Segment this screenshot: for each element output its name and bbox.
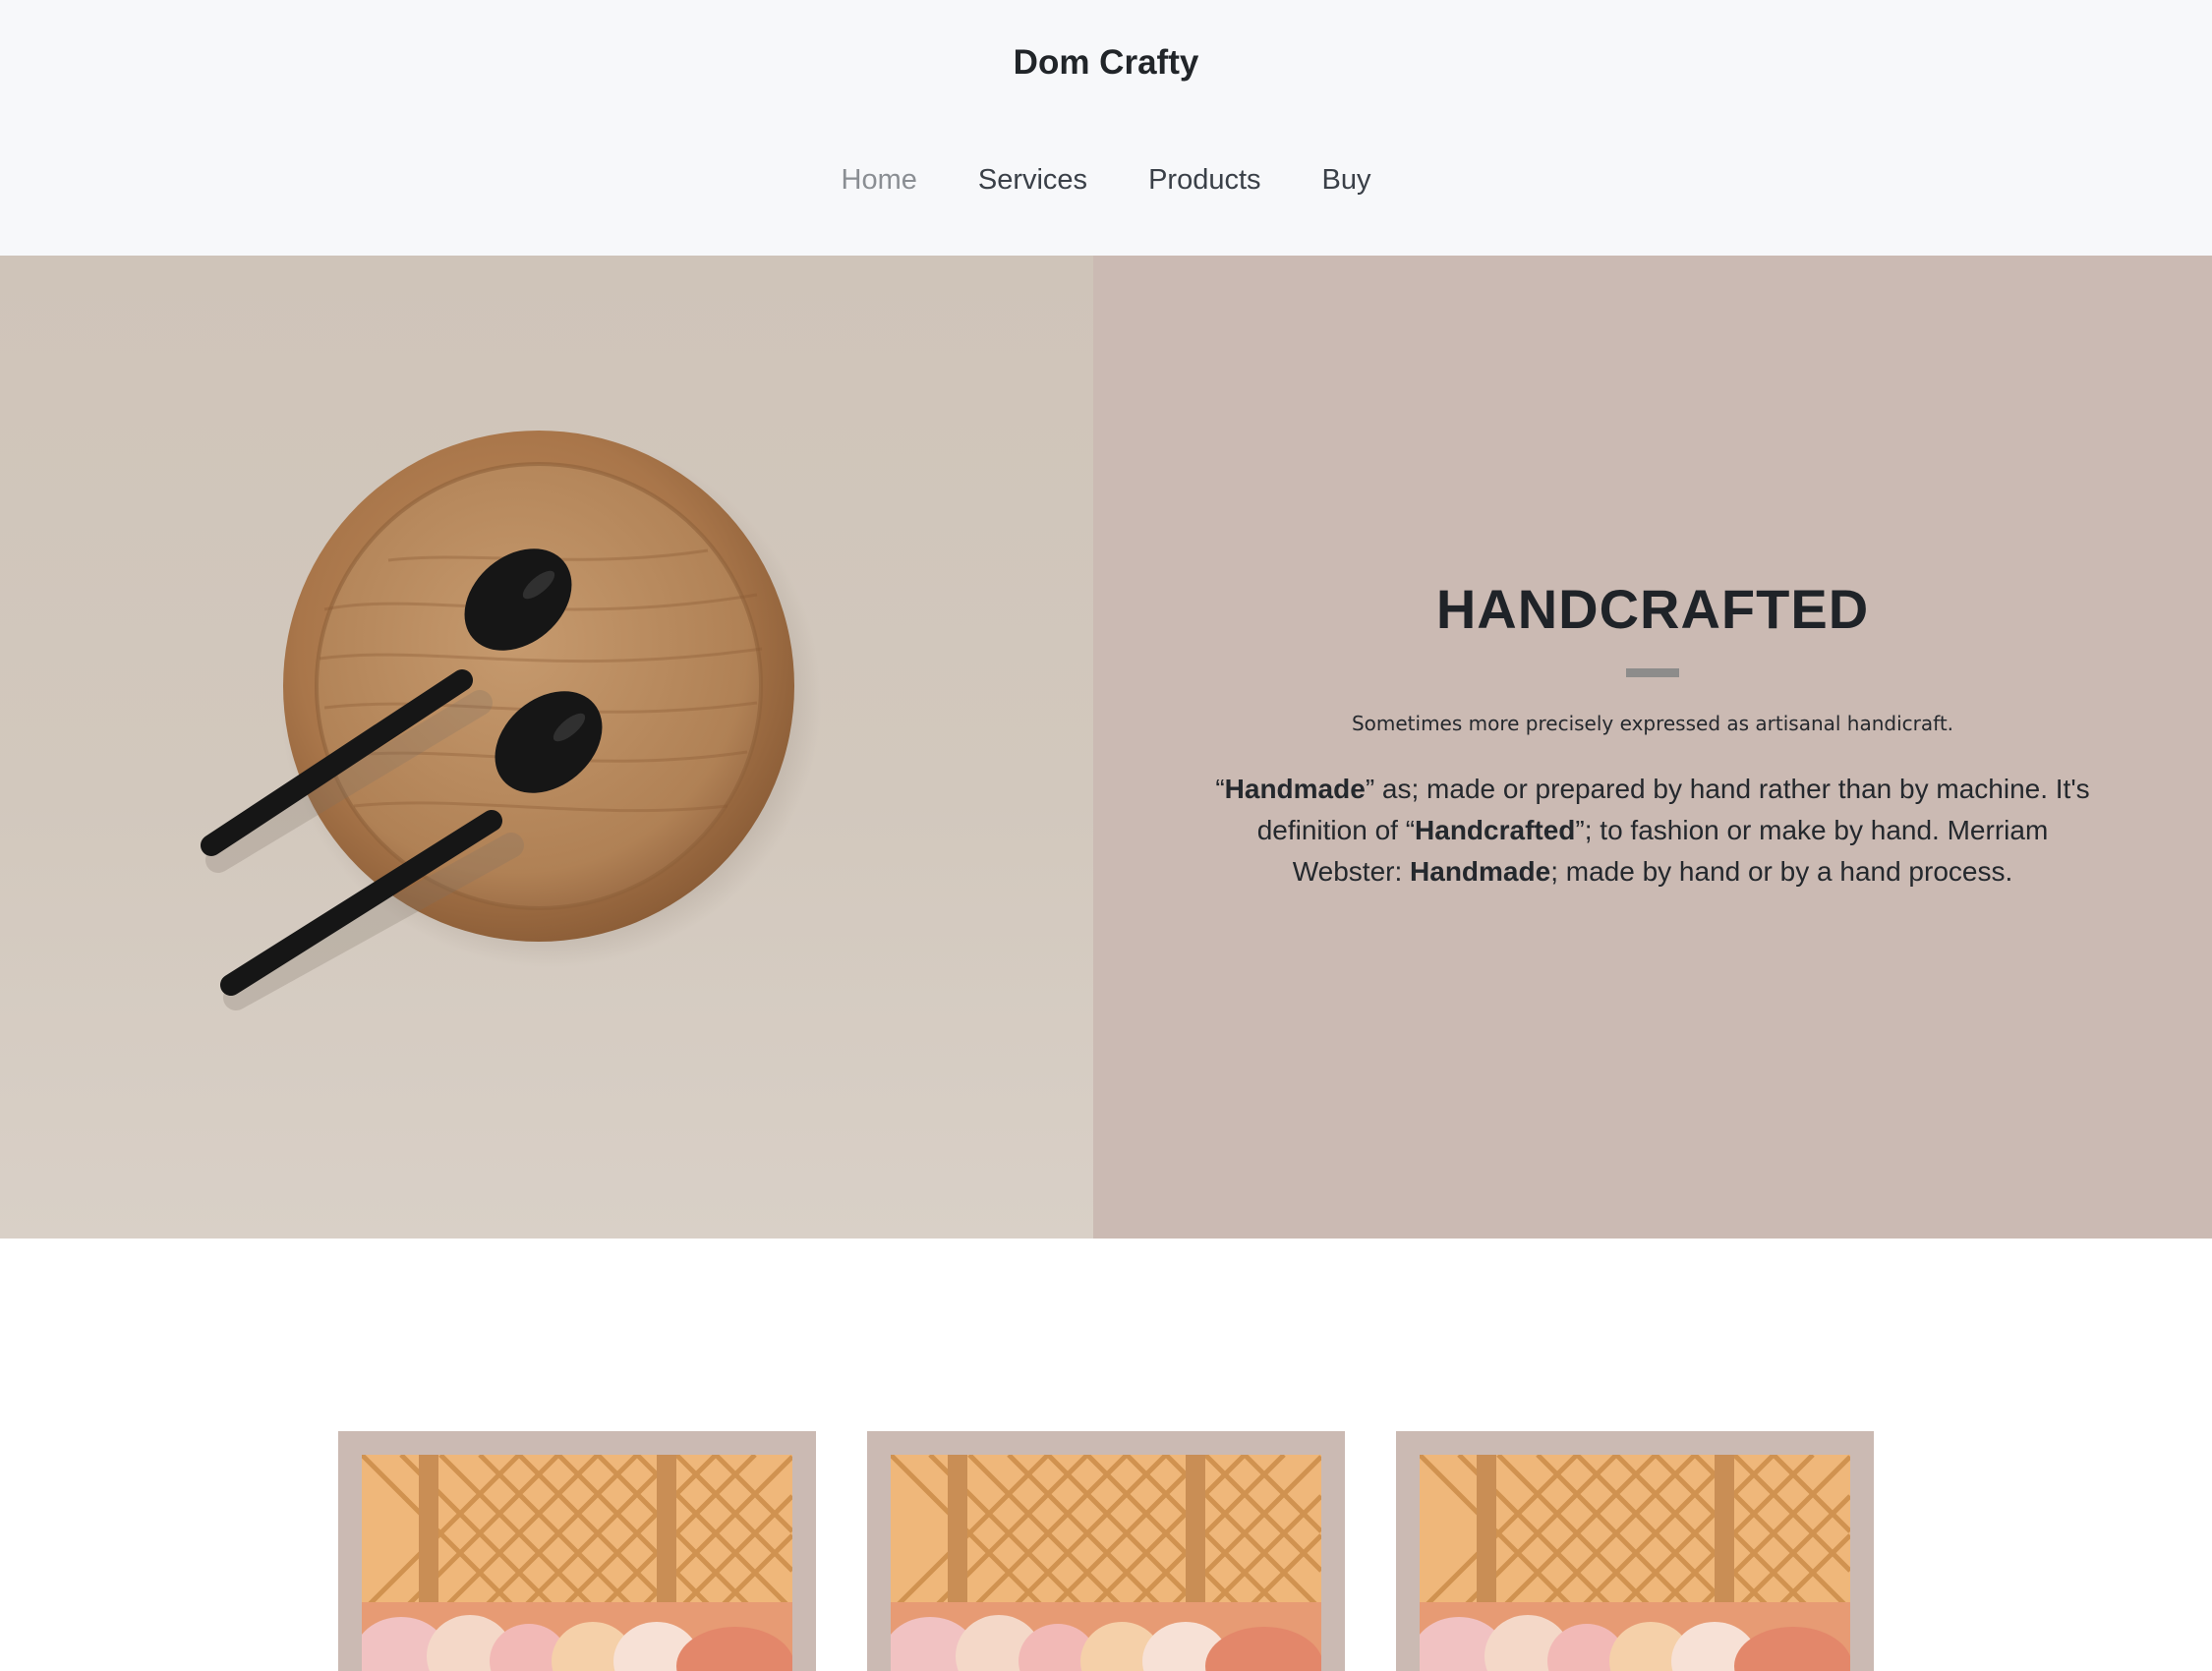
site-header: Dom Crafty Home Services Products Buy <box>0 0 2212 256</box>
body-term-handmade: Handmade <box>1224 774 1366 804</box>
nav-link-products[interactable]: Products <box>1118 159 1291 201</box>
nav-link-services[interactable]: Services <box>948 159 1118 201</box>
body-text-1: “ <box>1215 774 1225 804</box>
product-photo <box>362 1455 792 1671</box>
nav-link-home[interactable]: Home <box>811 159 948 201</box>
nav-link-buy[interactable]: Buy <box>1292 159 1402 201</box>
product-card[interactable] <box>338 1431 816 1671</box>
product-photo <box>891 1455 1321 1671</box>
product-photo <box>1420 1455 1850 1671</box>
product-card[interactable] <box>1396 1431 1874 1671</box>
hero-subtitle: Sometimes more precisely expressed as ar… <box>1351 712 1954 735</box>
body-term-handmade-2: Handmade <box>1410 856 1551 887</box>
hero-title: HANDCRAFTED <box>1435 578 1870 640</box>
wicker-lattice-cushions-image <box>362 1455 792 1671</box>
wicker-lattice-cushions-image <box>1420 1455 1850 1671</box>
brand-title[interactable]: Dom Crafty <box>0 39 2212 86</box>
wicker-lattice-cushions-image <box>891 1455 1321 1671</box>
main-nav: Home Services Products Buy <box>0 159 2212 201</box>
hero-description: “Handmade” as; made or prepared by hand … <box>1207 769 2098 893</box>
hero-image <box>0 256 1093 1239</box>
body-term-handcrafted: Handcrafted <box>1415 815 1576 845</box>
products-section <box>0 1239 2212 1671</box>
hero-section: HANDCRAFTED Sometimes more precisely exp… <box>0 256 2212 1239</box>
hero-text-panel: HANDCRAFTED Sometimes more precisely exp… <box>1093 256 2212 1239</box>
wooden-plate-spoons-illustration <box>201 431 821 1010</box>
product-card[interactable] <box>867 1431 1345 1671</box>
hero-divider <box>1626 668 1679 677</box>
body-text-4: ; made by hand or by a hand process. <box>1550 856 2013 887</box>
